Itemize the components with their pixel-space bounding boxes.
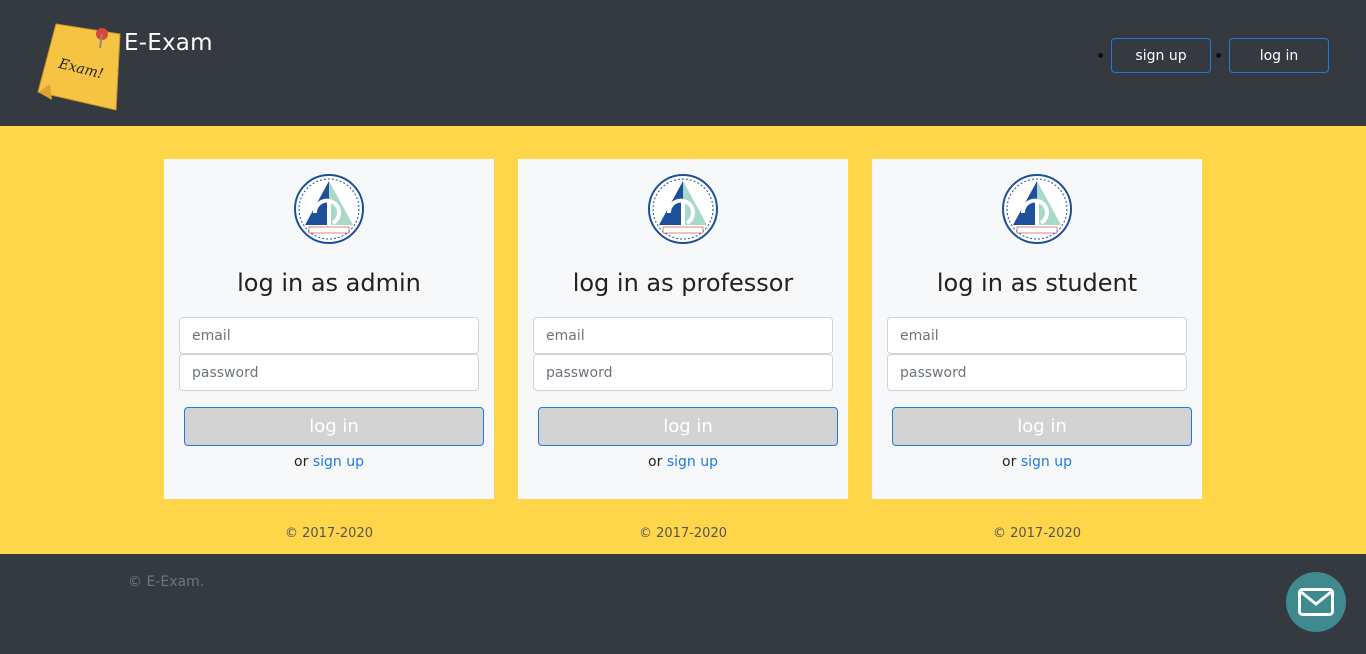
admin-login-card: log in as admin log in or sign up — [164, 159, 494, 499]
or-text: or — [294, 454, 309, 470]
email-field[interactable] — [179, 317, 479, 354]
sign-up-prompt: or sign up — [872, 454, 1202, 470]
log-in-button[interactable]: log in — [184, 407, 484, 446]
password-field[interactable] — [533, 354, 833, 391]
or-text: or — [1002, 454, 1017, 470]
log-in-button[interactable]: log in — [892, 407, 1192, 446]
footer-copyright: © E-Exam. — [128, 574, 205, 590]
sign-up-prompt: or sign up — [518, 454, 848, 470]
password-field[interactable] — [887, 354, 1187, 391]
sign-up-link[interactable]: sign up — [313, 454, 364, 470]
card-heading: log in as student — [936, 269, 1138, 297]
envelope-icon — [1298, 588, 1334, 616]
card-copyright: © 2017-2020 — [285, 526, 373, 541]
card-copyright: © 2017-2020 — [993, 526, 1081, 541]
sticky-note-logo-icon[interactable]: Exam! — [36, 14, 122, 112]
email-field[interactable] — [887, 317, 1187, 354]
card-copyright: © 2017-2020 — [639, 526, 727, 541]
card-heading: log in as professor — [572, 269, 794, 297]
log-in-button[interactable]: log in — [538, 407, 838, 446]
nav-sign-up-button[interactable]: sign up — [1111, 38, 1211, 73]
nav-bullet — [1216, 53, 1221, 58]
top-navbar: Exam! E-Exam sign up log in — [0, 0, 1366, 126]
university-seal-icon — [648, 174, 718, 244]
student-login-card: log in as student log in or sign up — [872, 159, 1202, 499]
nav-links: sign up log in — [1098, 38, 1329, 73]
sign-up-link[interactable]: sign up — [1021, 454, 1072, 470]
university-seal-icon — [294, 174, 364, 244]
card-heading: log in as admin — [237, 269, 421, 297]
nav-bullet — [1098, 53, 1103, 58]
main-content: log in as admin log in or sign up © 2017… — [0, 126, 1366, 554]
sign-up-prompt: or sign up — [164, 454, 494, 470]
or-text: or — [648, 454, 663, 470]
nav-log-in-button[interactable]: log in — [1229, 38, 1329, 73]
brand-name[interactable]: E-Exam — [124, 30, 213, 56]
email-field[interactable] — [533, 317, 833, 354]
password-field[interactable] — [179, 354, 479, 391]
sign-up-link[interactable]: sign up — [667, 454, 718, 470]
contact-mail-button[interactable] — [1286, 572, 1346, 632]
professor-login-card: log in as professor log in or sign up — [518, 159, 848, 499]
university-seal-icon — [1002, 174, 1072, 244]
